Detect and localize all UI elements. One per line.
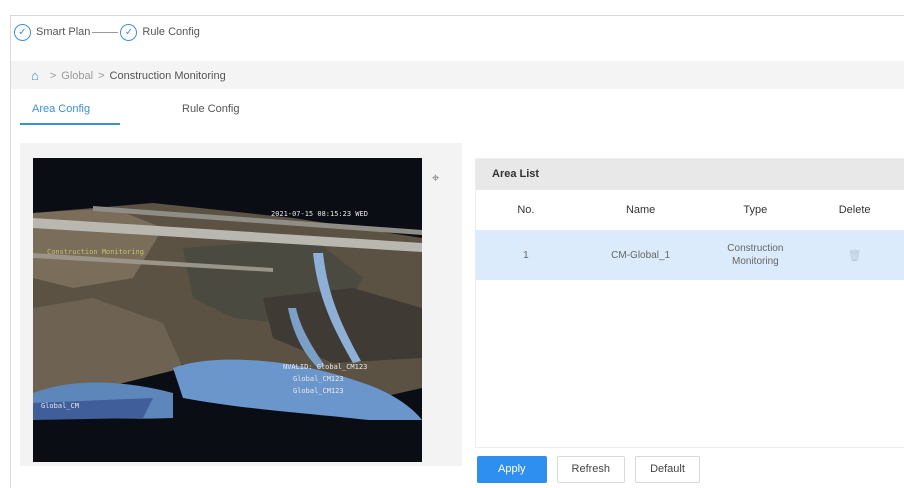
video-timestamp: 2021-07-15 08:15:23 WED: [271, 210, 368, 218]
breadcrumb-global[interactable]: Global: [61, 70, 93, 82]
apply-button[interactable]: Apply: [477, 456, 547, 483]
tab-area-config[interactable]: Area Config: [20, 103, 120, 125]
pin-icon[interactable]: ⌖: [432, 170, 439, 186]
cell-type-line-1: Construction: [727, 243, 784, 254]
breadcrumb-bar: ⌂ > Global > Construction Monitoring: [11, 61, 904, 89]
camera-scene: [33, 158, 422, 462]
table-header: No. Name Type Delete: [476, 190, 904, 230]
step-connector: [92, 31, 119, 33]
cell-type-line-2: Monitoring: [732, 256, 779, 267]
home-icon[interactable]: ⌂: [31, 68, 39, 83]
video-osd-line-2: Global_CM123: [293, 375, 344, 383]
video-osd-bottom: Global_CM: [41, 402, 79, 410]
check-circle-icon: ✓: [120, 23, 138, 41]
chevron-right-icon: >: [49, 69, 57, 82]
step-rule-config[interactable]: Rule Config: [142, 26, 199, 38]
step-smart-plan[interactable]: Smart Plan: [36, 26, 90, 38]
column-header-delete: Delete: [838, 204, 871, 216]
cell-no: 1: [523, 249, 529, 261]
cell-name: CM-Global_1: [611, 249, 671, 261]
refresh-button[interactable]: Refresh: [556, 456, 626, 483]
tab-rule-config[interactable]: Rule Config: [182, 103, 239, 123]
area-list-title: Area List: [476, 159, 904, 190]
cell-delete: 🗑: [805, 249, 904, 262]
column-header-name: Name: [625, 204, 656, 216]
check-circle-icon: ✓: [14, 23, 31, 41]
video-osd-line-1: NVALID: Global_CM123: [283, 363, 368, 371]
video-osd-line-3: Global_CM123: [293, 387, 344, 395]
chevron-right-icon: >: [98, 69, 105, 82]
column-header-no: No.: [517, 204, 535, 216]
column-header-type: Type: [743, 204, 768, 216]
live-video[interactable]: 2021-07-15 08:15:23 WED Construction Mon…: [33, 158, 422, 462]
step-bar: ✓ Smart Plan ✓ Rule Config: [14, 21, 200, 43]
default-button[interactable]: Default: [635, 456, 700, 483]
delete-icon[interactable]: 🗑: [848, 250, 862, 262]
action-buttons: Apply Refresh Default: [477, 456, 700, 483]
table-row[interactable]: 1 CM-Global_1 Construction Monitoring 🗑: [476, 230, 904, 280]
video-osd-label: Construction Monitoring: [47, 248, 144, 256]
cell-type: Construction Monitoring: [705, 242, 805, 268]
breadcrumb-current: Construction Monitoring: [109, 69, 226, 82]
video-panel: 2021-07-15 08:15:23 WED Construction Mon…: [20, 143, 462, 466]
area-list-panel: Area List No. Name Type Delete 1 CM-Glob…: [475, 158, 904, 448]
breadcrumb: ⌂ > Global > Construction Monitoring: [31, 68, 226, 83]
